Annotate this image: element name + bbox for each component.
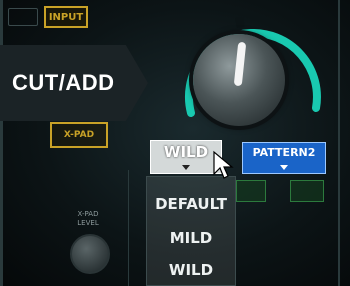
menu-item-mild[interactable]: MILD [147,225,235,251]
xpad-level-knob[interactable] [70,234,110,274]
pattern-dropdown-value: PATTERN2 [252,146,316,159]
mode-dropdown-value: WILD [163,143,209,161]
panel-edge [0,0,3,286]
parameter-chip[interactable] [290,180,324,202]
panel-edge-right [338,0,340,286]
xpad-level-label: X-PAD LEVEL [77,210,99,227]
small-icon-box [8,8,38,26]
input-button[interactable]: INPUT [44,6,88,28]
chevron-down-icon [280,165,288,170]
mode-dropdown-menu: DEFAULT MILD WILD [146,176,236,286]
effect-name: CUT/ADD [12,70,115,95]
menu-item-wild[interactable]: WILD [147,257,235,283]
panel-divider [128,170,129,286]
mouse-cursor-icon [213,150,234,179]
effect-name-panel: CUT/ADD [0,45,148,121]
menu-item-default[interactable]: DEFAULT [147,191,235,217]
parameter-chip[interactable] [236,180,266,202]
chevron-down-icon [182,165,190,170]
xpad-button[interactable]: X-PAD [50,122,108,148]
pattern-dropdown[interactable]: PATTERN2 [242,142,326,174]
